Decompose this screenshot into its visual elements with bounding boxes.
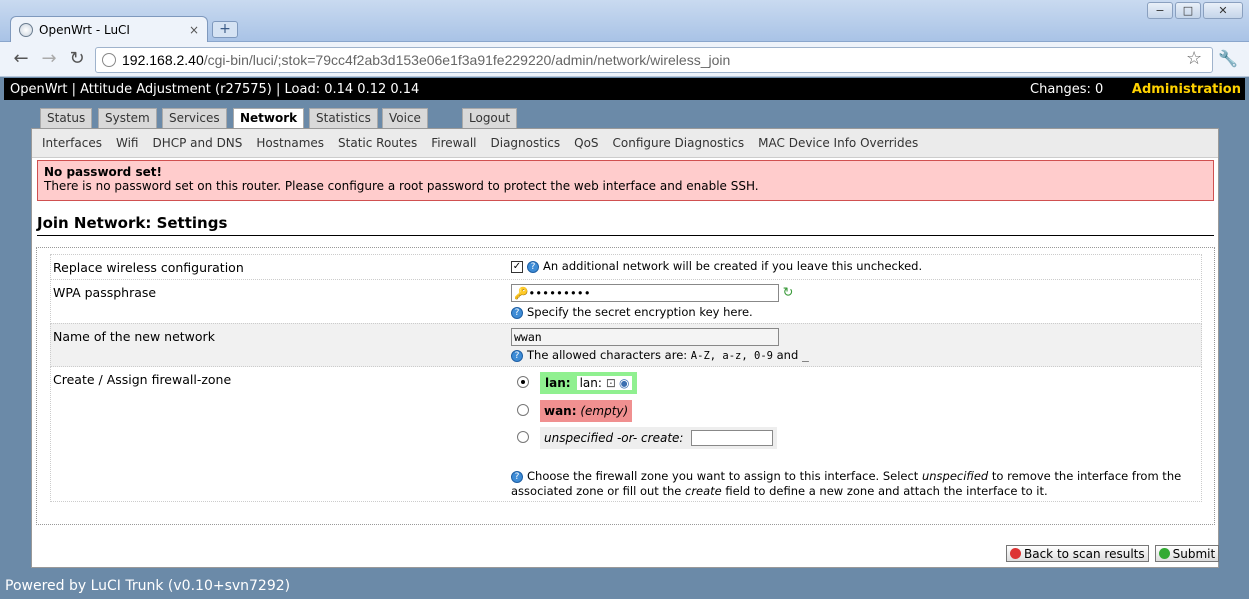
settings-fieldset: Replace wireless configuration ✓? An addi… (36, 247, 1215, 525)
url-path: /cgi-bin/luci/;stok=79cc4f2ab3d153e06e1f… (203, 52, 731, 68)
tab-statistics[interactable]: Statistics (309, 108, 378, 128)
alert-text: There is no password set on this router.… (44, 179, 759, 193)
submenu-dhcp-dns[interactable]: DHCP and DNS (152, 136, 242, 150)
back-arrow-icon[interactable]: ← (10, 49, 32, 71)
ethernet-icon: ⊡ (605, 376, 616, 390)
browser-tab[interactable]: OpenWrt - LuCI × (10, 16, 208, 42)
submenu-firewall[interactable]: Firewall (431, 136, 476, 150)
browser-tabstrip: OpenWrt - LuCI × + − □ ✕ (0, 0, 1249, 42)
wpa-passphrase-input[interactable]: 🔑••••••••• (511, 284, 779, 302)
wpa-label: WPA passphrase (53, 285, 157, 300)
submenu-mac-overrides[interactable]: MAC Device Info Overrides (758, 136, 918, 150)
submenu: Interfaces Wifi DHCP and DNS Hostnames S… (32, 129, 1218, 158)
wpa-help: Specify the secret encryption key here. (527, 305, 753, 319)
zone-create-badge: unspecified -or- create: (540, 427, 778, 449)
administration-link[interactable]: Administration (1132, 82, 1241, 97)
help-icon: ? (527, 260, 539, 273)
page-icon (102, 53, 116, 67)
replace-config-checkbox[interactable]: ✓ (511, 260, 523, 273)
submenu-configure-diagnostics[interactable]: Configure Diagnostics (613, 136, 745, 150)
replace-config-label: Replace wireless configuration (53, 260, 244, 275)
reveal-password-icon[interactable]: ↻ (783, 286, 794, 301)
maximize-button[interactable]: □ (1175, 2, 1201, 19)
submenu-wifi[interactable]: Wifi (116, 136, 139, 150)
zone-wan-badge: wan: (empty) (540, 400, 633, 422)
zone-wan-radio[interactable] (517, 404, 529, 416)
tab-logout[interactable]: Logout (462, 108, 518, 128)
firewall-zone-label: Create / Assign firewall-zone (53, 372, 232, 387)
submenu-diagnostics[interactable]: Diagnostics (491, 136, 561, 150)
submenu-hostnames[interactable]: Hostnames (256, 136, 324, 150)
cancel-icon (1010, 548, 1021, 559)
submenu-static-routes[interactable]: Static Routes (338, 136, 417, 150)
zone-create-radio[interactable] (517, 431, 529, 443)
luci-header: OpenWrt | Attitude Adjustment (r27575) |… (4, 78, 1245, 100)
key-icon: 🔑 (514, 286, 529, 300)
password-alert: No password set! There is no password se… (37, 160, 1214, 201)
globe-icon (19, 22, 33, 37)
alert-title: No password set! (44, 165, 162, 179)
zone-lan-radio[interactable] (517, 376, 529, 388)
help-icon: ? (511, 349, 523, 362)
firewall-zone-help: ? Choose the firewall zone you want to as… (511, 469, 1182, 498)
help-icon: ? (511, 306, 523, 319)
url-host: 192.168.2.40 (122, 52, 204, 68)
tab-services[interactable]: Services (162, 108, 227, 128)
replace-config-row: Replace wireless configuration ✓? An addi… (50, 254, 1202, 280)
footer-powered-by: Powered by LuCI Trunk (v0.10+svn7292) (5, 578, 291, 594)
tab-title: OpenWrt - LuCI (39, 22, 130, 37)
submenu-interfaces[interactable]: Interfaces (42, 136, 102, 150)
browser-toolbar: ← → ↻ 192.168.2.40/cgi-bin/luci/;stok=79… (0, 42, 1249, 77)
submenu-qos[interactable]: QoS (574, 136, 598, 150)
tab-close-icon[interactable]: × (189, 23, 199, 37)
network-name-row: Name of the new network wwan ? The allowe… (50, 323, 1202, 367)
changes-link[interactable]: Changes: 0 (1030, 82, 1103, 97)
tab-voice[interactable]: Voice (382, 108, 428, 128)
tab-status[interactable]: Status (40, 108, 93, 128)
help-icon: ? (511, 470, 523, 483)
wifi-icon: ◉ (618, 376, 630, 390)
forward-arrow-icon[interactable]: → (38, 49, 60, 71)
tab-system[interactable]: System (98, 108, 157, 128)
tab-network[interactable]: Network (233, 108, 305, 128)
zone-lan-badge: lan: lan: ⊡ ◉ (540, 372, 638, 394)
new-zone-input[interactable] (691, 430, 774, 446)
minimize-button[interactable]: − (1147, 2, 1173, 19)
close-window-button[interactable]: ✕ (1203, 2, 1243, 19)
firewall-zone-row: Create / Assign firewall-zone lan: lan: … (50, 366, 1202, 502)
network-name-input[interactable]: wwan (511, 328, 779, 346)
bookmark-star-icon[interactable]: ☆ (1186, 48, 1202, 69)
new-tab-button[interactable]: + (212, 21, 238, 38)
check-icon (1158, 548, 1170, 559)
page-title: Join Network: Settings (37, 214, 1214, 236)
router-info: OpenWrt | Attitude Adjustment (r27575) |… (10, 81, 420, 97)
replace-config-help: An additional network will be created if… (543, 259, 923, 273)
network-name-label: Name of the new network (53, 329, 215, 344)
submit-button[interactable]: Submit (1154, 545, 1220, 562)
form-actions: Back to scan results Submit (1006, 545, 1220, 562)
wrench-icon[interactable]: 🔧 (1218, 49, 1238, 68)
wpa-row: WPA passphrase 🔑••••••••• ↻ ? Specify the… (50, 279, 1202, 324)
address-bar[interactable]: 192.168.2.40/cgi-bin/luci/;stok=79cc4f2a… (95, 47, 1213, 73)
back-to-scan-button[interactable]: Back to scan results (1006, 545, 1149, 562)
content-panel: Interfaces Wifi DHCP and DNS Hostnames S… (31, 128, 1219, 568)
main-menu: Status System Services Network Statistic… (4, 100, 1245, 128)
window-controls: − □ ✕ (1147, 2, 1243, 19)
reload-icon[interactable]: ↻ (66, 49, 88, 71)
